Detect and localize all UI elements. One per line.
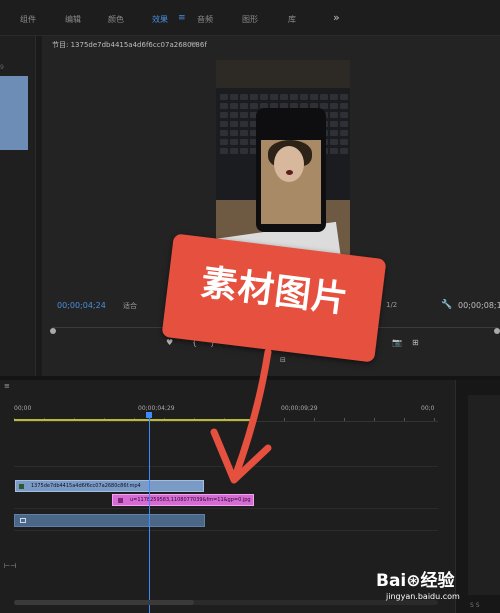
keyboard-key: [320, 94, 328, 100]
audio-badge-icon: [20, 518, 26, 523]
keyboard-key: [220, 112, 228, 118]
keyboard-key: [340, 148, 348, 154]
video-clip[interactable]: 1375de7db4415a4d6f6cc07a2680c86f.mp4: [15, 480, 204, 492]
tab-color[interactable]: 颜色: [108, 14, 124, 25]
watermark-url: jingyan.baidu.com: [386, 592, 460, 601]
ruler-label: 00;00;04;29: [138, 405, 175, 412]
keyboard-key: [330, 94, 338, 100]
tab-graphics[interactable]: 图形: [242, 14, 258, 25]
tab-effects[interactable]: 效果: [152, 14, 168, 25]
keyboard-key: [220, 94, 228, 100]
keyboard-key: [280, 94, 288, 100]
keyboard-key: [240, 121, 248, 127]
keyboard-key: [240, 94, 248, 100]
in-point-handle[interactable]: [50, 328, 56, 334]
fx-badge-icon: [19, 484, 24, 489]
keyboard-key: [340, 139, 348, 145]
work-area-bar[interactable]: [14, 419, 252, 421]
project-panel: 9: [0, 36, 36, 376]
annotation-text: 素材图片: [198, 262, 351, 321]
keyboard-key: [230, 130, 238, 136]
keyboard-key: [230, 139, 238, 145]
tab-audio[interactable]: 音频: [197, 14, 213, 25]
playhead-line[interactable]: [149, 417, 150, 613]
track-divider: [14, 530, 438, 531]
audio-clip[interactable]: [14, 514, 205, 527]
fx-badge-icon: [118, 498, 123, 503]
zoom-fit-select[interactable]: 适合: [123, 301, 137, 311]
button-editor-icon[interactable]: ⊞: [412, 338, 419, 347]
video-clip-label: 1375de7db4415a4d6f6cc07a2680c86f.mp4: [31, 483, 141, 489]
keyboard-key: [230, 94, 238, 100]
keyboard-key: [270, 94, 278, 100]
tab-libraries[interactable]: 库: [288, 14, 296, 25]
track-divider: [14, 466, 438, 467]
keyboard-key: [300, 94, 308, 100]
workspace-bar: 组件 编辑 颜色 效果 ≡ 音频 图形 库 »: [0, 0, 500, 36]
keyboard-key: [340, 103, 348, 109]
keyboard-key: [330, 148, 338, 154]
playhead-timecode[interactable]: 00;00;04;24: [57, 301, 106, 310]
ruler-label: 00;0: [421, 405, 435, 412]
keyboard-key: [330, 121, 338, 127]
tab-editing[interactable]: 编辑: [65, 14, 81, 25]
keyboard-key: [230, 112, 238, 118]
keyboard-key: [230, 121, 238, 127]
out-point-handle[interactable]: [494, 328, 500, 334]
audio-meter: [468, 395, 500, 595]
keyboard-key: [230, 103, 238, 109]
ruler-label: 00;00: [14, 405, 32, 412]
image-clip[interactable]: u=1178259583,1108077039&fm=11&gp=0.jpg: [112, 494, 254, 506]
track-divider: [14, 508, 438, 509]
keyboard-key: [330, 103, 338, 109]
workspace-menu-icon[interactable]: ≡: [178, 13, 186, 23]
baidu-logo: Bai⊛经验: [376, 571, 455, 591]
keyboard-key: [240, 139, 248, 145]
keyboard-key: [240, 112, 248, 118]
keyboard-key: [240, 103, 248, 109]
timeline-scrollbar-thumb[interactable]: [14, 600, 194, 605]
keyboard-key: [220, 121, 228, 127]
keyboard-key: [220, 139, 228, 145]
comparison-view-icon[interactable]: ⊟: [280, 356, 286, 364]
resolution-select[interactable]: 1/2: [386, 301, 397, 309]
duration-timecode: 00;00;08;1: [458, 301, 500, 310]
keyboard-key: [260, 94, 268, 100]
wrench-icon[interactable]: 🔧: [441, 300, 452, 310]
keyboard-key: [340, 112, 348, 118]
timeline-menu-icon[interactable]: ≡: [4, 382, 10, 390]
keyboard-key: [220, 148, 228, 154]
timeline-scrollbar[interactable]: [14, 600, 438, 605]
person-face-image: [274, 146, 304, 182]
keyboard-key: [330, 130, 338, 136]
panel-count: 9: [0, 64, 4, 71]
monitor-title: 节目: 1375de7db4415a4d6f6cc07a2680c86f: [52, 41, 207, 49]
keyboard-key: [230, 148, 238, 154]
keyboard-key: [340, 130, 348, 136]
monitor-menu-icon[interactable]: ≡: [190, 39, 197, 48]
tab-assembly[interactable]: 组件: [20, 14, 36, 25]
watermark: Bai⊛经验 jingyan.baidu.com: [376, 566, 498, 610]
keyboard-key: [310, 94, 318, 100]
keyboard-key: [240, 130, 248, 136]
keyboard-key: [330, 139, 338, 145]
more-workspaces-icon[interactable]: »: [333, 11, 340, 24]
keyboard-key: [240, 148, 248, 154]
keyboard-key: [290, 94, 298, 100]
keyboard-key: [330, 112, 338, 118]
export-frame-icon[interactable]: 📷: [392, 338, 402, 347]
zoom-handle-icon[interactable]: ⊢⊣: [4, 562, 16, 570]
keyboard-key: [220, 130, 228, 136]
keyboard-key: [340, 121, 348, 127]
project-scrollbar[interactable]: [0, 352, 28, 356]
keyboard-key: [220, 103, 228, 109]
marker-icon[interactable]: ♥: [166, 338, 173, 347]
selected-project-item[interactable]: [0, 76, 28, 150]
keyboard-key: [250, 94, 258, 100]
keyboard-key: [340, 94, 348, 100]
ruler-label: 00;00;09;29: [281, 405, 318, 412]
person-mouth-image: [286, 170, 293, 175]
keyboard-key: [250, 103, 258, 109]
